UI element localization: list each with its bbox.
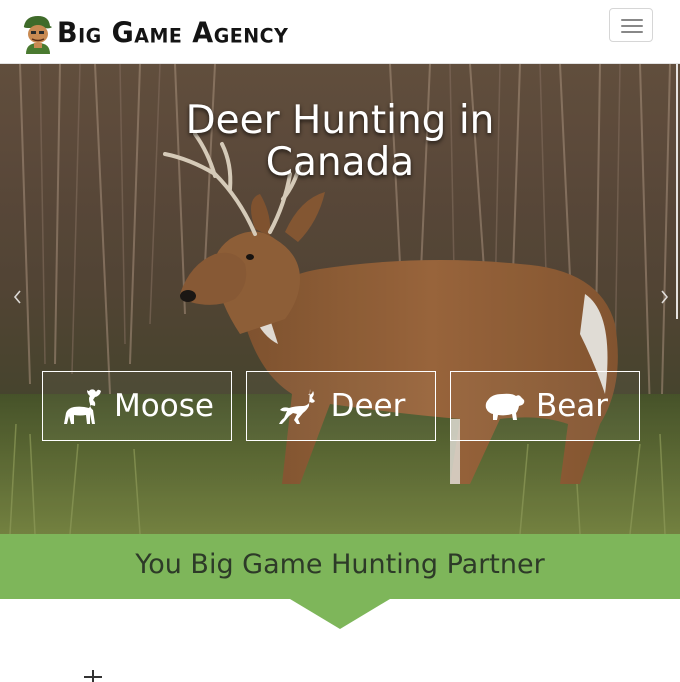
deer-label: Deer — [330, 388, 406, 424]
hero-carousel: Deer Hunting in Canada Moose Deer Bear — [0, 64, 680, 534]
carousel-prev-button[interactable] — [11, 290, 25, 306]
chevron-left-icon — [13, 290, 21, 304]
hero-title-line-1: Deer Hunting in — [185, 98, 495, 143]
bear-icon — [485, 393, 525, 420]
menu-icon-bar — [621, 31, 643, 33]
hero-title: Deer Hunting in Canada — [0, 100, 680, 184]
moose-button[interactable]: Moose — [42, 371, 232, 441]
hero-title-line-2: Canada — [265, 140, 415, 185]
menu-icon — [621, 19, 643, 21]
deer-icon — [278, 389, 315, 424]
slide-edge-divider — [676, 64, 678, 319]
carousel-next-button[interactable] — [657, 290, 671, 306]
brand-name: Big Game Agency — [57, 16, 289, 50]
deer-button[interactable]: Deer — [246, 371, 436, 441]
moose-icon — [64, 389, 102, 424]
chevron-right-icon — [661, 290, 669, 304]
band-pointer-triangle — [290, 599, 390, 629]
brand-logo[interactable]: Big Game Agency — [20, 12, 288, 54]
menu-toggle-button[interactable] — [609, 8, 653, 42]
moose-label: Moose — [114, 388, 214, 424]
hunter-mascot-icon — [23, 16, 52, 54]
menu-icon-bar — [621, 25, 643, 27]
tagline-band: You Big Game Hunting Partner — [0, 534, 680, 599]
bear-label: Bear — [535, 388, 609, 424]
tagline-heading: You Big Game Hunting Partner — [135, 549, 545, 580]
navbar: Big Game Agency — [0, 0, 680, 64]
bear-button[interactable]: Bear — [450, 371, 640, 441]
